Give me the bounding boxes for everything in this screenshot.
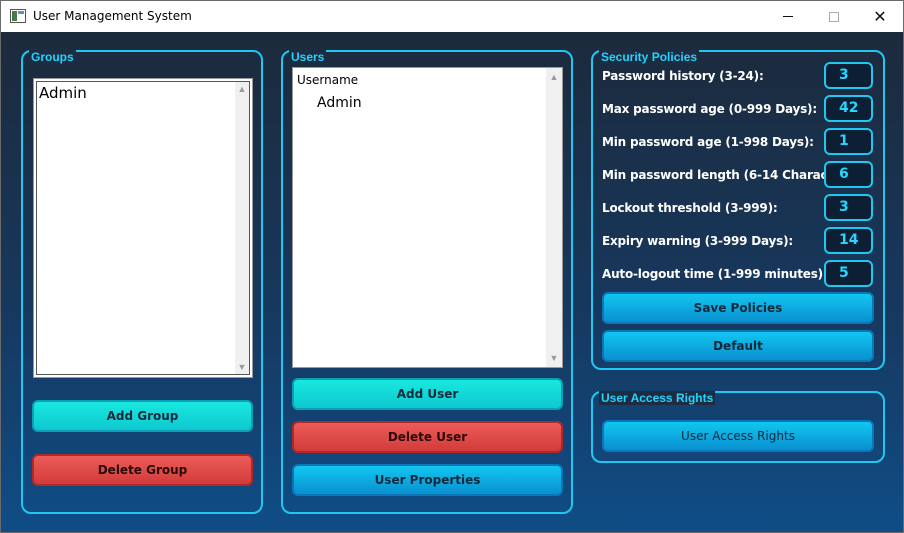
users-panel: Users Username Admin ▲ ▼ Add User Delete… [281,50,573,514]
delete-user-button[interactable]: Delete User [292,421,563,453]
policy-label: Expiry warning (3-999 Days): [602,234,794,248]
policy-row-max-password-age: Max password age (0-999 Days): 42 [602,95,877,123]
policy-label: Password history (3-24): [602,69,764,83]
users-list[interactable]: Username Admin ▲ ▼ [292,67,563,368]
list-item[interactable]: Admin [317,95,362,111]
policy-value-input[interactable]: 5 [824,260,873,287]
policy-row-min-password-age: Min password age (1-998 Days): 1 [602,128,877,156]
policy-row-auto-logout-time: Auto-logout time (1-999 minutes): 5 [602,260,877,288]
policy-row-password-history: Password history (3-24): 3 [602,62,877,90]
policy-row-expiry-warning: Expiry warning (3-999 Days): 14 [602,227,877,255]
policy-label: Lockout threshold (3-999): [602,201,778,215]
add-group-button[interactable]: Add Group [32,400,253,432]
groups-panel: Groups Admin ▲ ▼ Add Group Delete Group [21,50,263,514]
close-button[interactable]: ✕ [857,1,903,32]
app-icon [10,9,26,23]
policy-label: Auto-logout time (1-999 minutes): [602,267,828,281]
policy-row-lockout-threshold: Lockout threshold (3-999): 3 [602,194,877,222]
groups-title: Groups [29,50,76,64]
groups-list[interactable]: Admin ▲ ▼ [33,78,253,378]
policy-label: Min password age (1-998 Days): [602,135,814,149]
scroll-up-icon[interactable]: ▲ [235,82,249,96]
close-icon: ✕ [873,7,887,26]
policy-value-input[interactable]: 1 [824,128,873,155]
client-area: Groups Admin ▲ ▼ Add Group Delete Group … [1,32,903,532]
title-bar[interactable]: User Management System ✕ [1,1,903,32]
save-policies-button[interactable]: Save Policies [602,292,874,324]
policy-label: Max password age (0-999 Days): [602,102,817,116]
scroll-up-icon[interactable]: ▲ [546,70,562,84]
users-title: Users [289,50,327,64]
default-button[interactable]: Default [602,330,874,362]
policy-value-input[interactable]: 3 [824,62,873,89]
scroll-down-icon[interactable]: ▼ [235,360,249,374]
main-window: User Management System ✕ Groups Admin ▲ … [0,0,904,533]
scroll-down-icon[interactable]: ▼ [546,351,562,365]
maximize-icon [829,11,839,22]
maximize-button[interactable] [811,1,857,32]
add-user-button[interactable]: Add User [292,378,563,410]
policy-value-input[interactable]: 42 [824,95,873,122]
list-item[interactable]: Admin [39,84,87,102]
user-access-rights-title: User Access Rights [599,391,716,405]
security-policies-panel: Security Policies Password history (3-24… [591,50,885,370]
minimize-button[interactable] [765,1,811,32]
minimize-icon [783,16,793,17]
user-access-rights-button[interactable]: User Access Rights [602,420,874,452]
policy-value-input[interactable]: 14 [824,227,873,254]
policy-value-input[interactable]: 6 [824,161,873,188]
policy-value-input[interactable]: 3 [824,194,873,221]
users-column-header[interactable]: Username [297,73,358,87]
policy-row-min-password-length: Min password length (6-14 Characters): 6 [602,161,877,189]
users-scrollbar[interactable]: ▲ ▼ [546,68,562,367]
groups-list-frame [36,81,250,375]
user-properties-button[interactable]: User Properties [292,464,563,496]
user-access-rights-panel: User Access Rights User Access Rights [591,391,885,463]
groups-scrollbar[interactable]: ▲ ▼ [235,82,249,374]
delete-group-button[interactable]: Delete Group [32,454,253,486]
window-title: User Management System [33,9,192,23]
